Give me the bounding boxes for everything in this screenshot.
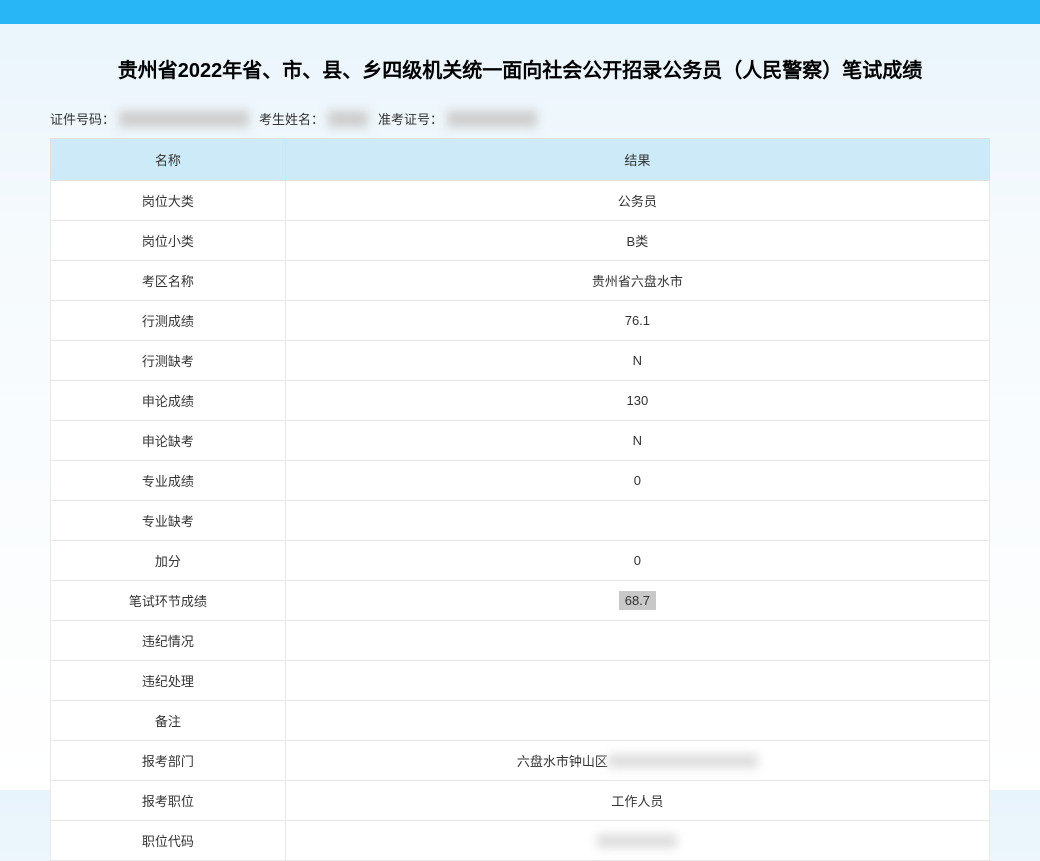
cell-result: 76.1 bbox=[285, 301, 989, 341]
cell-result: 0 bbox=[285, 461, 989, 501]
cell-result: 130 bbox=[285, 381, 989, 421]
table-row: 违纪处理 bbox=[51, 661, 990, 701]
candidate-name-field: 考生姓名： bbox=[259, 109, 368, 128]
cell-result: 公务员 bbox=[285, 181, 989, 221]
cell-result: N bbox=[285, 341, 989, 381]
exam-number-field: 准考证号： bbox=[378, 109, 537, 128]
table-row: 申论缺考N bbox=[51, 421, 990, 461]
id-label: 证件号码： bbox=[50, 109, 115, 128]
cell-name: 行测缺考 bbox=[51, 341, 286, 381]
table-row: 笔试环节成绩 68.7 bbox=[51, 581, 990, 621]
cell-name: 加分 bbox=[51, 541, 286, 581]
table-row: 备注 bbox=[51, 701, 990, 741]
dept-redacted bbox=[608, 754, 758, 768]
cell-name: 专业缺考 bbox=[51, 501, 286, 541]
table-row: 申论成绩130 bbox=[51, 381, 990, 421]
cell-result bbox=[285, 621, 989, 661]
cell-result: 六盘水市钟山区 bbox=[285, 741, 989, 781]
cell-name: 行测成绩 bbox=[51, 301, 286, 341]
cell-name: 报考职位 bbox=[51, 781, 286, 821]
page-title: 贵州省2022年省、市、县、乡四级机关统一面向社会公开招录公务员（人民警察）笔试… bbox=[50, 54, 990, 83]
cell-result: 工作人员 bbox=[285, 781, 989, 821]
header-name: 名称 bbox=[51, 139, 286, 181]
cell-name: 申论成绩 bbox=[51, 381, 286, 421]
cell-result: 贵州省六盘水市 bbox=[285, 261, 989, 301]
container: 贵州省2022年省、市、县、乡四级机关统一面向社会公开招录公务员（人民警察）笔试… bbox=[0, 24, 1040, 861]
id-value-redacted bbox=[119, 111, 249, 127]
cell-result: 0 bbox=[285, 541, 989, 581]
table-row: 报考部门 六盘水市钟山区 bbox=[51, 741, 990, 781]
table-row: 报考职位工作人员 bbox=[51, 781, 990, 821]
table-row: 行测缺考N bbox=[51, 341, 990, 381]
cell-name: 职位代码 bbox=[51, 821, 286, 861]
cell-name: 岗位小类 bbox=[51, 221, 286, 261]
header-result: 结果 bbox=[285, 139, 989, 181]
table-row: 行测成绩76.1 bbox=[51, 301, 990, 341]
cell-name: 违纪处理 bbox=[51, 661, 286, 701]
cell-name: 违纪情况 bbox=[51, 621, 286, 661]
name-label: 考生姓名： bbox=[259, 109, 324, 128]
cell-name: 笔试环节成绩 bbox=[51, 581, 286, 621]
id-number-field: 证件号码： bbox=[50, 109, 249, 128]
cell-name: 备注 bbox=[51, 701, 286, 741]
table-row: 专业缺考 bbox=[51, 501, 990, 541]
cell-result bbox=[285, 501, 989, 541]
dept-prefix: 六盘水市钟山区 bbox=[517, 751, 608, 770]
exam-no-label: 准考证号： bbox=[378, 109, 443, 128]
cell-result: B类 bbox=[285, 221, 989, 261]
table-row: 加分0 bbox=[51, 541, 990, 581]
dept-wrap: 六盘水市钟山区 bbox=[294, 751, 981, 770]
table-row: 考区名称贵州省六盘水市 bbox=[51, 261, 990, 301]
cell-result bbox=[285, 661, 989, 701]
table-row: 专业成绩0 bbox=[51, 461, 990, 501]
cell-name: 申论缺考 bbox=[51, 421, 286, 461]
cell-name: 岗位大类 bbox=[51, 181, 286, 221]
cell-result: N bbox=[285, 421, 989, 461]
exam-no-value-redacted bbox=[447, 111, 537, 127]
cell-name: 报考部门 bbox=[51, 741, 286, 781]
cell-result: 68.7 bbox=[285, 581, 989, 621]
info-row: 证件号码： 考生姓名： 准考证号： bbox=[50, 109, 990, 128]
highlighted-score: 68.7 bbox=[619, 591, 656, 610]
value-redacted bbox=[597, 834, 677, 848]
table-row: 岗位小类B类 bbox=[51, 221, 990, 261]
table-row: 职位代码 bbox=[51, 821, 990, 861]
table-header-row: 名称 结果 bbox=[51, 139, 990, 181]
cell-name: 考区名称 bbox=[51, 261, 286, 301]
table-row: 岗位大类公务员 bbox=[51, 181, 990, 221]
table-row: 违纪情况 bbox=[51, 621, 990, 661]
cell-result bbox=[285, 821, 989, 861]
table-body: 岗位大类公务员岗位小类B类考区名称贵州省六盘水市行测成绩76.1行测缺考N申论成… bbox=[51, 181, 990, 861]
results-table: 名称 结果 岗位大类公务员岗位小类B类考区名称贵州省六盘水市行测成绩76.1行测… bbox=[50, 138, 990, 861]
cell-name: 专业成绩 bbox=[51, 461, 286, 501]
top-bar bbox=[0, 0, 1040, 24]
name-value-redacted bbox=[328, 111, 368, 127]
cell-result bbox=[285, 701, 989, 741]
